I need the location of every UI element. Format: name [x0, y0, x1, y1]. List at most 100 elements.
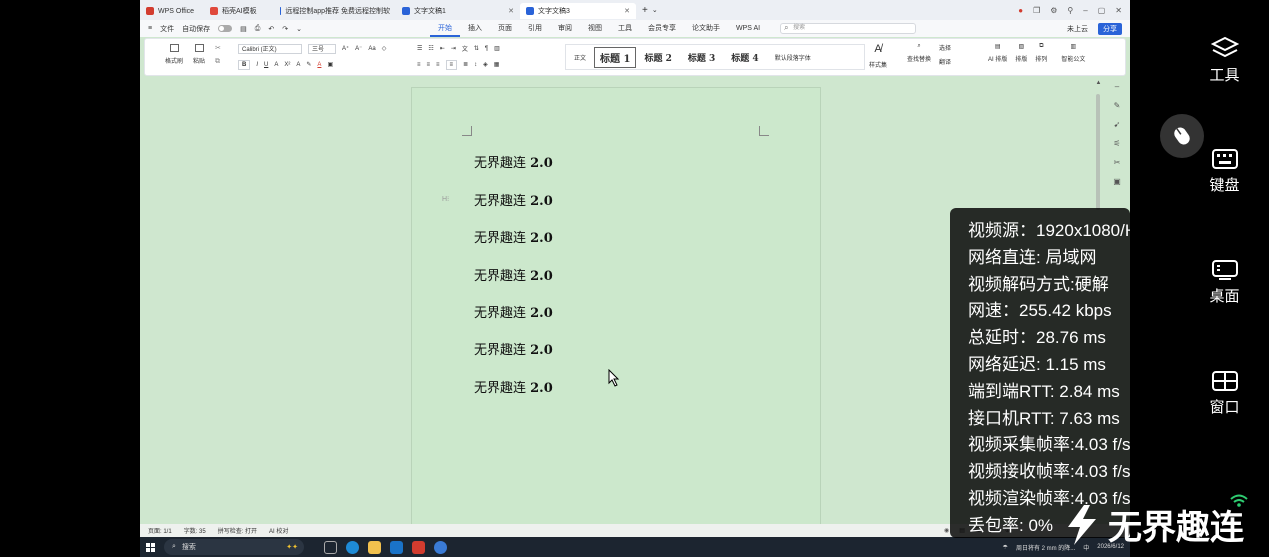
smart-doc-icon[interactable]: ▥ — [1071, 43, 1077, 50]
shading-icon[interactable]: ◈ — [483, 61, 488, 68]
word-count[interactable]: 字数: 35 — [184, 526, 206, 535]
bold-button[interactable]: B — [238, 59, 251, 70]
translate-button[interactable]: 翻译 — [939, 57, 951, 66]
file-menu[interactable]: 文件 — [160, 24, 174, 34]
justify-icon[interactable]: ≡ — [445, 59, 458, 70]
edge-icon[interactable] — [346, 540, 359, 554]
format-painter-label[interactable]: 格式刷 — [165, 56, 183, 65]
start-button[interactable] — [140, 542, 160, 552]
underline-button[interactable]: U — [264, 62, 268, 68]
bullets-icon[interactable]: ☰ — [417, 45, 422, 52]
doc-paragraph[interactable]: 无界趣连 2.0 — [474, 377, 553, 396]
close-icon[interactable]: ✕ — [508, 7, 514, 15]
tab-paper-assistant[interactable]: 论文助手 — [684, 20, 728, 37]
strikethrough-button[interactable]: A — [274, 62, 278, 68]
find-replace-label[interactable]: 查找替换 — [907, 54, 931, 63]
pointer-icon[interactable]: ➹ — [1114, 120, 1121, 129]
window-button[interactable]: 窗口 — [1180, 370, 1269, 417]
cut-icon[interactable]: ✂ — [215, 44, 221, 52]
align-right-icon[interactable]: ≡ — [436, 62, 440, 68]
chevron-down-icon[interactable]: ⌄ — [296, 25, 302, 33]
avatar[interactable]: ● — [1018, 6, 1023, 15]
doc-paragraph[interactable]: 无界趣连 2.0 — [474, 190, 553, 209]
doc-paragraph[interactable]: 无界趣连 2.0 — [474, 302, 553, 321]
share-button[interactable]: 分享 — [1098, 22, 1122, 35]
file-explorer-icon[interactable] — [368, 540, 381, 554]
tab-wps-office[interactable]: WPS Office — [140, 3, 204, 19]
undo-icon[interactable]: ↶ — [268, 25, 274, 33]
taskbar-search[interactable]: ⌕ 搜索 ✦✦ — [164, 539, 304, 555]
smart-doc-label[interactable]: 智能公文 — [1061, 54, 1085, 63]
paste-label[interactable]: 粘贴 — [193, 56, 205, 65]
layout-label[interactable]: 排版 — [1015, 54, 1027, 63]
chinese-layout-icon[interactable]: 文 — [462, 44, 468, 53]
decrease-indent-icon[interactable]: ⇤ — [440, 45, 445, 52]
settings-icon[interactable]: ⚙ — [1050, 6, 1057, 15]
layout-icon[interactable]: ▧ — [1019, 43, 1025, 50]
tab-wps-ai[interactable]: WPS AI — [728, 20, 768, 37]
page-indicator[interactable]: 页面: 1/1 — [148, 526, 172, 535]
arrange-label[interactable]: 排列 — [1035, 54, 1047, 63]
copy-icon[interactable]: ⧉ — [215, 58, 221, 66]
font-size-select[interactable]: 三号 — [308, 43, 336, 54]
search-input[interactable]: 搜索 — [780, 23, 917, 34]
tab-insert[interactable]: 插入 — [460, 20, 490, 37]
style-normal[interactable]: 正文 — [566, 53, 594, 62]
grow-font-icon[interactable]: A⁺ — [342, 45, 349, 52]
chevron-down-icon[interactable]: ⌄ — [652, 6, 658, 14]
collapse-icon[interactable]: – — [1115, 82, 1119, 91]
tab-web-page[interactable]: 远程控制app推荐 免费远程控制软 — [274, 3, 396, 19]
style-set-label[interactable]: 样式集 — [869, 60, 887, 69]
spellcheck-status[interactable]: 拼写检查: 打开 — [218, 526, 257, 535]
ai-layout-label[interactable]: AI 排版 — [988, 54, 1007, 63]
close-window-icon[interactable]: ✕ — [1115, 6, 1122, 15]
ai-proof-button[interactable]: AI 校对 — [269, 526, 288, 535]
show-marks-icon[interactable]: ¶ — [485, 46, 488, 52]
paragraph-handle-icon[interactable]: H⁝ — [442, 195, 449, 203]
font-name-select[interactable]: Calibri (正文) — [238, 43, 302, 54]
menu-icon[interactable]: ≡ — [148, 25, 152, 32]
columns-icon[interactable]: ▥ — [494, 45, 500, 52]
tab-references[interactable]: 引用 — [520, 20, 550, 37]
highlight-button[interactable]: ✎ — [306, 61, 311, 68]
tab-docer-ai[interactable]: 稻壳AI模板 — [204, 3, 274, 19]
new-tab-icon[interactable]: + — [642, 5, 648, 16]
format-painter-icon[interactable] — [169, 44, 179, 52]
char-border-button[interactable]: ▣ — [327, 61, 333, 68]
find-icon[interactable]: ⌕ — [917, 43, 920, 50]
arrange-icon[interactable]: ⧉ — [1039, 43, 1043, 50]
autosave-toggle[interactable] — [218, 25, 233, 32]
text-effect-button[interactable]: A — [296, 62, 300, 68]
mail-icon[interactable] — [390, 540, 403, 554]
tab-tools[interactable]: 工具 — [610, 20, 640, 37]
desktop-button[interactable]: 桌面 — [1180, 259, 1269, 306]
align-left-icon[interactable]: ≡ — [417, 62, 421, 68]
numbering-icon[interactable]: ☷ — [428, 45, 433, 52]
select-button[interactable]: 选择 — [939, 43, 951, 52]
increase-indent-icon[interactable]: ⇥ — [451, 45, 456, 52]
tab-page[interactable]: 页面 — [490, 20, 520, 37]
style-set-icon[interactable]: A̸ — [874, 43, 881, 55]
pen-icon[interactable]: ✎ — [1114, 101, 1121, 110]
style-default-paragraph-font[interactable]: 默认段落字体 — [767, 53, 819, 62]
redo-icon[interactable]: ↷ — [282, 25, 288, 33]
style-heading-3[interactable]: 标题 3 — [680, 51, 723, 64]
close-icon[interactable]: ✕ — [624, 7, 630, 15]
tab-home[interactable]: 开始 — [430, 20, 460, 37]
font-color-button[interactable]: A — [317, 62, 321, 68]
adjust-icon[interactable]: ⚟ — [1113, 139, 1120, 148]
borders-icon[interactable]: ▦ — [494, 61, 500, 68]
style-heading-4[interactable]: 标题 4 — [723, 51, 766, 64]
remote-app-icon[interactable] — [434, 540, 447, 554]
tools-button[interactable]: 工具 — [1180, 36, 1269, 85]
cloud-status[interactable]: 未上云 — [1067, 24, 1088, 34]
eye-icon[interactable]: ◉ — [944, 527, 949, 534]
tab-review[interactable]: 审阅 — [550, 20, 580, 37]
shrink-font-icon[interactable]: A⁻ — [355, 45, 362, 52]
style-heading-1[interactable]: 标题 1 — [594, 46, 637, 68]
document-page[interactable]: H⁝ 无界趣连 2.0 无界趣连 2.0 无界趣连 2.0 无界趣连 2.0 无… — [411, 87, 821, 527]
doc-paragraph[interactable]: 无界趣连 2.0 — [474, 152, 553, 171]
print-icon[interactable]: ⎙ — [255, 25, 261, 33]
clear-format-icon[interactable]: ◇ — [382, 45, 387, 52]
tab-document-1[interactable]: 文字文稿1 ✕ — [396, 3, 520, 19]
